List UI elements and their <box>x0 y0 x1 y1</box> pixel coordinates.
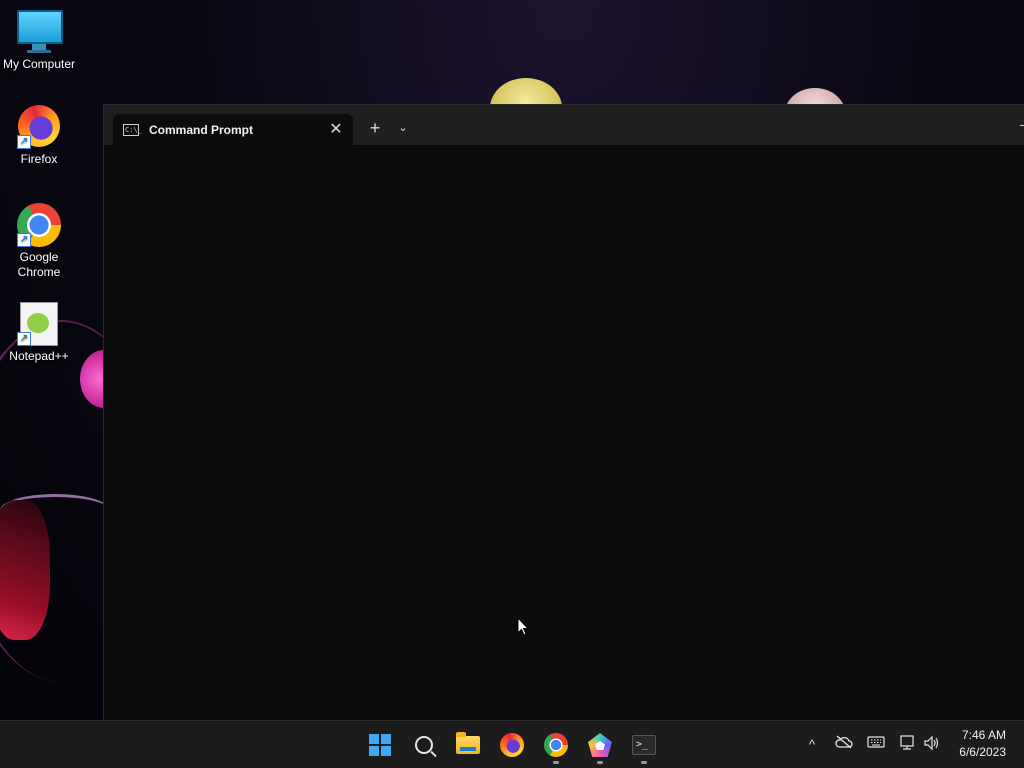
system-clock[interactable]: 7:46 AM 6/6/2023 <box>959 727 1006 761</box>
desktop-icon-label: Google Chrome <box>17 250 61 279</box>
wallpaper-red-shape <box>0 500 50 640</box>
clock-time: 7:46 AM <box>961 728 1006 742</box>
shortcut-arrow-icon: ↗ <box>17 135 31 149</box>
chevron-up-icon[interactable]: ^ <box>802 735 822 755</box>
pentagon-app-icon <box>588 733 612 757</box>
search-icon <box>415 736 433 754</box>
folder-icon <box>456 732 480 754</box>
computer-icon <box>17 10 63 54</box>
volume-icon[interactable] <box>922 735 942 755</box>
notepadpp-icon: ↗ <box>17 302 61 346</box>
tab-bar[interactable]: C:\_ Command Prompt ✕ + ⌄ — <box>104 105 1024 145</box>
keyboard-icon[interactable] <box>866 735 886 755</box>
running-indicator <box>553 761 559 764</box>
running-indicator <box>597 761 603 764</box>
tab-command-prompt[interactable]: C:\_ Command Prompt ✕ <box>113 114 353 145</box>
tab-title: Command Prompt <box>149 122 254 137</box>
chrome-icon <box>544 733 568 757</box>
cmd-icon: C:\_ <box>123 123 142 136</box>
chevron-down-icon[interactable]: ⌄ <box>392 117 414 139</box>
desktop-icon-notepadpp[interactable]: ↗ Notepad++ <box>0 302 78 364</box>
minimize-button[interactable]: — <box>1020 117 1024 135</box>
desktop-icon-label: My Computer <box>2 57 76 71</box>
firefox-icon: ↗ <box>17 105 61 149</box>
onedrive-icon[interactable] <box>834 735 854 755</box>
shortcut-arrow-icon: ↗ <box>17 233 31 247</box>
mouse-cursor-icon <box>517 617 529 636</box>
desktop-icon-my-computer[interactable]: My Computer <box>0 10 78 72</box>
search-button[interactable] <box>408 729 440 761</box>
desktop-icon-label: Firefox <box>20 152 58 166</box>
firefox-button[interactable] <box>496 729 528 761</box>
chrome-icon: ↗ <box>17 203 61 247</box>
terminal-button[interactable]: >_ <box>628 729 660 764</box>
taskbar: >_ ^ 7:46 AM 6/6/2023 <box>0 720 1024 768</box>
windows-logo-icon <box>369 734 391 756</box>
network-icon[interactable] <box>898 735 918 755</box>
terminal-window[interactable]: C:\_ Command Prompt ✕ + ⌄ — <box>103 104 1024 722</box>
new-tab-button[interactable]: + <box>364 117 386 139</box>
clock-date: 6/6/2023 <box>959 745 1006 759</box>
file-explorer-button[interactable] <box>452 729 484 761</box>
running-indicator <box>641 761 647 764</box>
terminal-console[interactable] <box>104 145 1024 721</box>
start-button[interactable] <box>364 729 396 761</box>
shortcut-arrow-icon: ↗ <box>17 332 31 346</box>
desktop-icon-chrome[interactable]: ↗ Google Chrome <box>0 203 78 280</box>
terminal-icon: >_ <box>632 735 656 755</box>
app-button[interactable] <box>584 729 616 764</box>
firefox-icon <box>500 733 524 757</box>
close-icon[interactable]: ✕ <box>325 119 347 141</box>
chrome-button[interactable] <box>540 729 572 764</box>
desktop-icon-label: Notepad++ <box>9 349 69 363</box>
desktop-icon-firefox[interactable]: ↗ Firefox <box>0 105 78 167</box>
